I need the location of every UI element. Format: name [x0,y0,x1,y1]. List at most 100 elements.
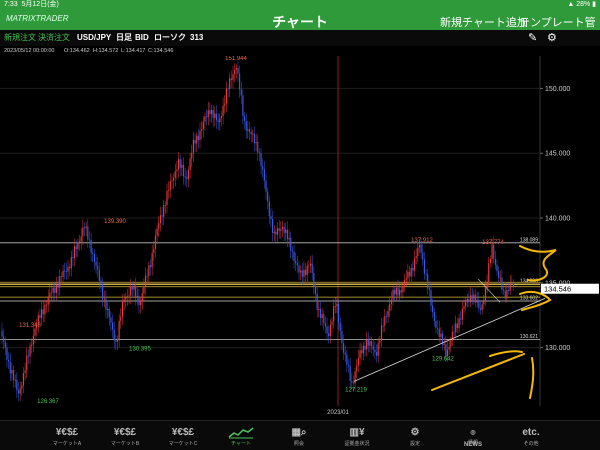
candle-body [273,231,275,234]
tab-market-a[interactable]: ¥€$£ マーケットA [38,421,96,450]
candle-body [88,239,91,241]
tab-margin-status[interactable]: ▥¥ 証拠金状況 [328,421,386,450]
pencil-icon[interactable]: ✎ [528,30,537,46]
hand-annotation [529,357,535,399]
candle-body [384,316,386,326]
bar-count-select[interactable]: 313 [190,30,203,46]
candle-body [95,261,97,266]
candle-body [504,290,506,299]
candle-body [227,88,229,90]
bottom-tab-bar: ¥€$£ マーケットA ¥€$£ マーケットB ¥€$£ マーケットC チャート ▦⌕… [0,420,600,450]
candle-body [473,294,475,300]
candle-body [206,116,208,118]
candle-body [123,299,125,302]
candle-body [65,271,67,272]
candle-body [440,333,442,337]
candle-body [242,95,244,117]
tab-market-c[interactable]: ¥€$£ マーケットC [154,421,212,450]
candle-body [394,289,396,295]
candle-body [347,364,350,366]
candle-body [470,295,472,303]
candle-body [210,109,213,115]
candle-body [341,331,343,343]
candle-body [97,265,99,270]
candle-body [6,347,8,360]
candle-body [255,141,257,144]
price-chart[interactable]: 150.000145.000140.000135.000130.0002023/… [0,56,600,416]
candle-body [390,299,392,304]
candle-body [49,293,51,297]
candle-body [420,244,422,253]
candle-body [296,263,298,266]
candle-body [187,169,190,180]
candle-body [435,320,437,328]
candle-body [202,121,204,130]
candle-body [111,322,114,330]
status-bar: 7:33 5月12日(金) ▲ 28% ▮ [0,0,600,10]
candle-body [60,276,62,278]
candle-body [243,116,246,121]
high-marker-label: 137.912 [411,238,433,244]
candle-body [405,278,407,281]
candle-body [432,305,434,313]
candle-body [32,335,34,345]
margin-icon: ▥¥ [349,427,365,438]
candle-body [128,295,130,297]
candle-body [408,271,411,277]
candle-body [319,309,322,318]
candle-body [252,133,254,135]
candle-body [55,284,58,294]
candle-body [70,257,72,269]
candle-body [250,132,252,135]
tab-chart[interactable]: チャート [212,421,270,450]
candle-body [506,290,508,299]
tab-inquiry[interactable]: ▦⌕ 照会 [270,421,328,450]
low-marker-label: 129.642 [432,356,454,362]
candle-body [503,289,505,291]
candle-body [62,270,64,278]
candle-body [39,315,41,318]
candle-body [232,74,234,81]
candle-body [512,283,515,287]
candle-body [326,326,328,334]
currency-pair-select[interactable]: USD/JPY [77,30,111,46]
candle-body [288,237,290,240]
candle-body [22,372,25,386]
candle-body [352,382,355,384]
candle-body [400,289,402,293]
candle-body [458,318,460,329]
chart-style-select[interactable]: ローソク [154,30,186,46]
candle-body [301,270,303,277]
ohlc-info: 2023/05/12 00:00:00 O:134.462 H:134.572 … [0,46,540,56]
candle-body [194,139,196,144]
candle-body [290,237,292,251]
candle-body [168,189,170,191]
candle-body [197,135,199,141]
candle-body [59,276,61,288]
candle-body [324,323,326,327]
candle-body [102,283,104,299]
tab-settings[interactable]: ⚙ 設定 [386,421,444,450]
settle-order-button[interactable]: 決済注文 [38,30,70,46]
period-select[interactable]: 日足 [116,30,132,46]
candle-body [90,240,92,253]
candle-body [489,259,491,264]
battery-indicator: ▲ 28% ▮ [567,1,596,8]
ohlc-open: O:134.462 [64,48,90,54]
tab-news[interactable]: ◎ NEWS 情報 [444,421,502,450]
new-order-button[interactable]: 新規注文 [4,30,36,46]
candle-body [47,296,49,305]
candlestick-chart[interactable]: 150.000145.000140.000135.000130.0002023/… [0,56,600,416]
tab-market-b[interactable]: ¥€$£ マーケットB [96,421,154,450]
candle-body [430,290,432,306]
candle-body [108,308,110,318]
tab-etc[interactable]: etc. その他 [502,421,560,450]
candle-body [125,297,127,300]
candle-body [50,292,53,294]
gear-icon[interactable]: ⚙ [547,30,557,46]
candle-body [253,133,256,144]
price-type-select[interactable]: BID [135,30,149,46]
new-chart-button[interactable]: 新規チャート追加 [440,14,528,30]
candle-body [179,159,181,168]
candle-body [463,306,465,309]
